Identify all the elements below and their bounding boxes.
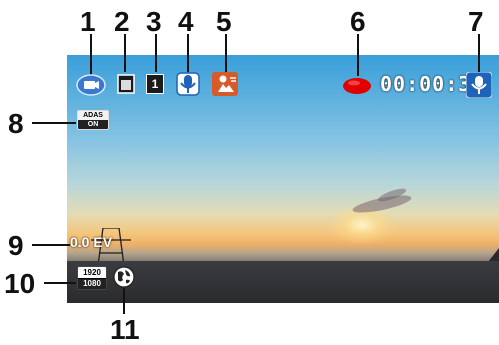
callout-line bbox=[187, 34, 189, 72]
mic-icon bbox=[466, 72, 492, 98]
callout-line bbox=[44, 282, 76, 284]
microphone-icon bbox=[176, 72, 200, 96]
callout-8: 8 bbox=[8, 108, 24, 139]
callout-line bbox=[357, 34, 359, 76]
adas-label: ADAS bbox=[78, 111, 108, 120]
callout-line bbox=[225, 34, 227, 72]
callout-line bbox=[123, 288, 125, 314]
resolution-height: 1080 bbox=[78, 279, 106, 289]
gps-globe-icon bbox=[113, 266, 135, 288]
callout-line bbox=[478, 34, 480, 72]
callout-line bbox=[155, 34, 157, 72]
resolution-width: 1920 bbox=[78, 268, 106, 279]
callout-3: 3 bbox=[146, 6, 162, 37]
callout-6: 6 bbox=[350, 6, 366, 37]
video-camera-icon bbox=[76, 74, 106, 96]
callout-2: 2 bbox=[114, 6, 130, 37]
adas-badge: ADAS ON bbox=[77, 110, 109, 130]
callout-line bbox=[90, 34, 92, 76]
record-dot-icon bbox=[342, 77, 372, 95]
callout-9: 9 bbox=[8, 230, 24, 261]
memory-card-icon bbox=[117, 74, 135, 94]
callout-4: 4 bbox=[178, 6, 194, 37]
exposure-value: 0.0 EV bbox=[70, 234, 113, 250]
callout-10: 10 bbox=[4, 268, 36, 299]
callout-line bbox=[32, 122, 76, 124]
resolution-badge: 1920 1080 bbox=[77, 266, 107, 290]
counter-badge: 1 bbox=[146, 74, 164, 94]
callout-1: 1 bbox=[80, 6, 96, 37]
callout-11: 11 bbox=[110, 314, 140, 345]
callout-5: 5 bbox=[216, 6, 232, 37]
callout-line bbox=[124, 34, 126, 72]
callout-7: 7 bbox=[468, 6, 484, 37]
adas-status: ON bbox=[87, 121, 99, 128]
scene-mode-icon bbox=[212, 72, 238, 96]
callout-line bbox=[32, 244, 70, 246]
